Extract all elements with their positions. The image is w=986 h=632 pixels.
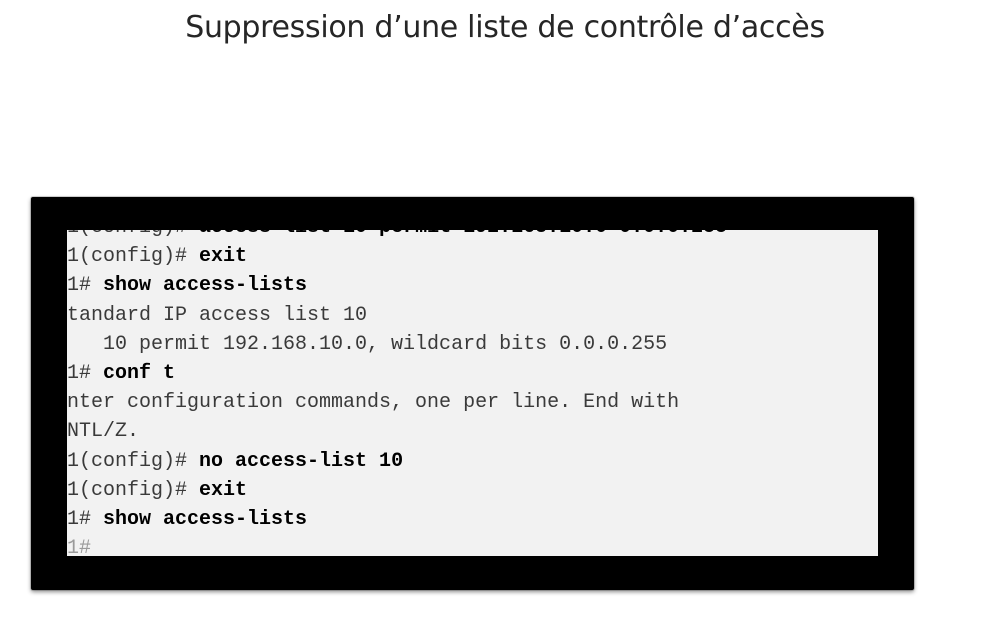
terminal-command: exit [199,245,248,269]
terminal-line: NTL/Z. [67,417,727,446]
terminal-command: conf t [103,361,176,385]
terminal-prompt: 1(config)# [67,478,200,502]
terminal-command: show access-lists [103,507,308,531]
terminal-output: 1(config)# access-list 10 permit 192.168… [67,230,727,556]
terminal-prompt: 1# [67,507,104,531]
terminal-line: 1(config)# exit [67,476,727,505]
terminal-line: 10 permit 192.168.10.0, wildcard bits 0.… [67,330,727,359]
terminal-screen: 1(config)# access-list 10 permit 192.168… [67,230,878,556]
terminal-line: 1# show access-lists [67,271,727,300]
terminal-output-text: tandard IP access list 10 [67,303,368,327]
terminal-line: 1# [67,534,727,556]
terminal-output-text: nter configuration commands, one per lin… [67,391,680,415]
terminal-line: 1# show access-lists [67,505,727,534]
terminal-line: tandard IP access list 10 [67,301,727,330]
terminal-line: 1(config)# no access-list 10 [67,447,727,476]
terminal-output-text: NTL/Z. [67,420,140,444]
terminal-prompt: 1(config)# [67,230,199,239]
page-title: Suppression d’une liste de contrôle d’ac… [185,10,825,45]
terminal-output-text: 10 permit 192.168.10.0, wildcard bits 0.… [67,332,668,356]
terminal-line: nter configuration commands, one per lin… [67,388,727,417]
terminal-prompt: 1# [67,361,104,385]
terminal-command: access-list 10 permit 192.168.10.0 0.0.0… [199,230,727,239]
terminal-prompt: 1(config)# [67,449,200,473]
terminal-command: exit [199,478,248,502]
terminal-prompt: 1(config)# [67,245,200,269]
terminal-line: 1# conf t [67,359,727,388]
terminal-prompt: 1# [67,274,104,298]
terminal-prompt: 1# [67,537,92,556]
terminal-command: show access-lists [103,274,308,298]
terminal-line: 1(config)# exit [67,242,727,271]
terminal-line: 1(config)# access-list 10 permit 192.168… [67,230,727,242]
terminal-command: no access-list 10 [199,449,404,473]
